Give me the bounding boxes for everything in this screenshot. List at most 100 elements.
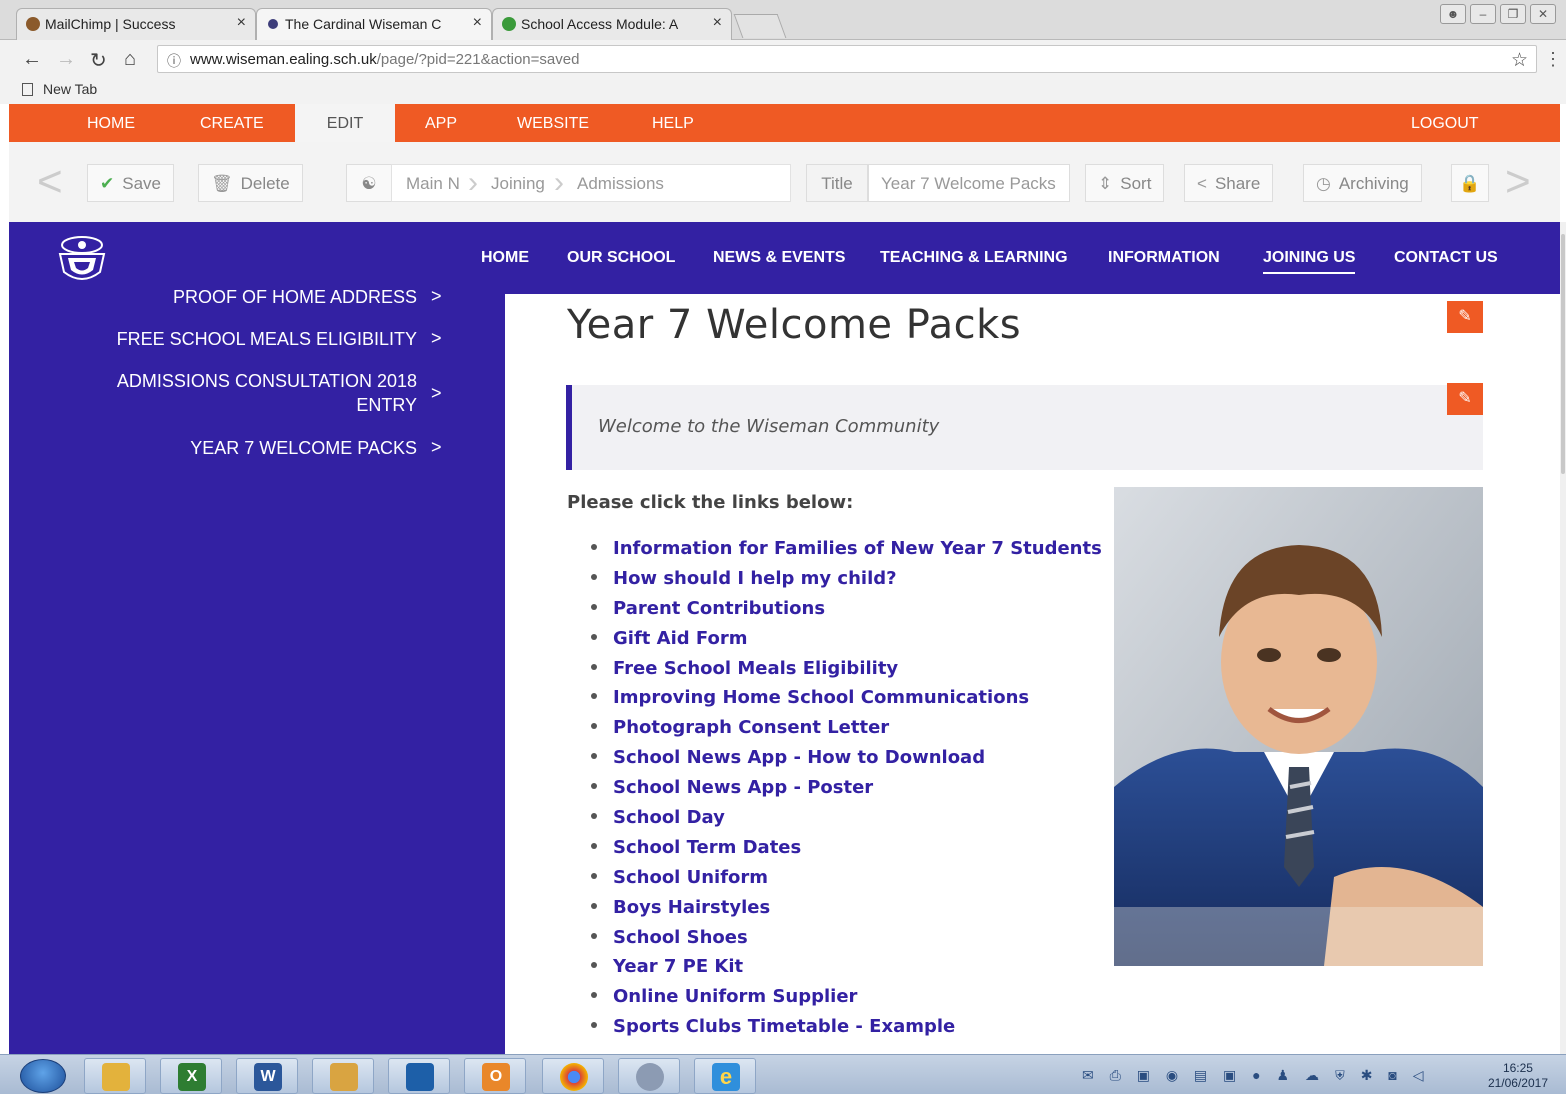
link-label[interactable]: Parent Contributions [613, 598, 825, 619]
title-input[interactable]: Year 7 Welcome Packs [868, 164, 1070, 202]
bookmark-new-tab[interactable]: New Tab [43, 81, 97, 97]
link-label[interactable]: Year 7 PE Kit [613, 956, 743, 977]
sidebar-item-year7-welcome-packs[interactable]: YEAR 7 WELCOME PACKS [190, 436, 417, 460]
taskbar-paint[interactable] [312, 1058, 374, 1094]
taskbar-explorer[interactable] [84, 1058, 146, 1094]
close-icon[interactable]: × [713, 14, 722, 32]
sidebar-item-proof-of-address[interactable]: PROOF OF HOME ADDRESS [173, 285, 417, 309]
cms-menu-website[interactable]: WEBSITE [517, 104, 589, 142]
school-crest-logo[interactable] [50, 232, 114, 286]
nav-information[interactable]: INFORMATION [1108, 249, 1220, 267]
link-label[interactable]: Improving Home School Communications [613, 687, 1029, 708]
delete-button[interactable]: 🗑 Delete [198, 164, 303, 202]
link-label[interactable]: School News App - How to Download [613, 747, 985, 768]
user-icon[interactable]: ☻ [1440, 4, 1466, 24]
list-item[interactable]: Sports Clubs Timetable - Example [591, 1016, 1102, 1046]
scroll-right-icon[interactable]: > [1505, 160, 1531, 204]
logout-button[interactable]: LOGOUT [1411, 104, 1479, 142]
sidebar-item-admissions-consultation-line2[interactable]: ENTRY [356, 393, 417, 417]
link-label[interactable]: Information for Families of New Year 7 S… [613, 538, 1102, 559]
share-button[interactable]: < Share [1184, 164, 1274, 202]
link-label[interactable]: How should I help my child? [613, 568, 897, 589]
cms-menu-help[interactable]: HELP [652, 104, 694, 142]
list-item[interactable]: School Shoes [591, 927, 1102, 957]
crumb-admissions[interactable]: Admissions [577, 165, 664, 203]
list-item[interactable]: Free School Meals Eligibility [591, 658, 1102, 688]
link-label[interactable]: School Uniform [613, 867, 768, 888]
cms-menu-app[interactable]: APP [425, 104, 457, 142]
list-item[interactable]: School News App - Poster [591, 777, 1102, 807]
link-label[interactable]: Sports Clubs Timetable - Example [613, 1016, 955, 1037]
taskbar-ie[interactable]: e [694, 1058, 756, 1094]
link-label[interactable]: School Shoes [613, 927, 748, 948]
cms-menu-edit[interactable]: EDIT [295, 104, 395, 142]
cms-menu-create[interactable]: CREATE [200, 104, 264, 142]
nav-joining-us[interactable]: JOINING US [1263, 249, 1356, 274]
close-window-button[interactable]: ✕ [1530, 4, 1556, 24]
sidebar-item-free-school-meals[interactable]: FREE SCHOOL MEALS ELIGIBILITY [117, 327, 417, 351]
link-label[interactable]: School Day [613, 807, 725, 828]
scroll-left-icon[interactable]: < [37, 160, 63, 204]
minimize-button[interactable]: – [1470, 4, 1496, 24]
sitemap-button[interactable]: ☯ [346, 164, 392, 202]
list-item[interactable]: Boys Hairstyles [591, 897, 1102, 927]
taskbar-outlook[interactable]: O [464, 1058, 526, 1094]
archiving-button[interactable]: ◷ Archiving [1303, 164, 1422, 202]
taskbar-users[interactable] [618, 1058, 680, 1094]
list-item[interactable]: School Term Dates [591, 837, 1102, 867]
crumb-main[interactable]: Main N [406, 165, 460, 203]
cms-menu-home[interactable]: HOME [87, 104, 135, 142]
nav-contact-us[interactable]: CONTACT US [1394, 249, 1498, 267]
scrollbar-thumb[interactable] [1561, 234, 1565, 474]
list-item[interactable]: School Uniform [591, 867, 1102, 897]
list-item[interactable]: Parent Contributions [591, 598, 1102, 628]
menu-icon[interactable]: ⋮ [1544, 49, 1562, 70]
info-icon[interactable]: ⓘ [167, 51, 181, 71]
taskbar-chrome[interactable] [542, 1058, 604, 1094]
link-label[interactable]: Online Uniform Supplier [613, 986, 857, 1007]
crumb-joining[interactable]: Joining [491, 165, 545, 203]
restore-button[interactable]: ❐ [1500, 4, 1526, 24]
nav-news-events[interactable]: NEWS & EVENTS [713, 249, 845, 267]
nav-teaching-learning[interactable]: TEACHING & LEARNING [880, 249, 1068, 267]
list-item[interactable]: Photograph Consent Letter [591, 717, 1102, 747]
list-item[interactable]: Year 7 PE Kit [591, 956, 1102, 986]
list-item[interactable]: School Day [591, 807, 1102, 837]
link-label[interactable]: School Term Dates [613, 837, 801, 858]
bookmark-star-icon[interactable]: ☆ [1511, 49, 1528, 72]
link-label[interactable]: School News App - Poster [613, 777, 873, 798]
sidebar-item-admissions-consultation[interactable]: ADMISSIONS CONSULTATION 2018 [117, 369, 417, 393]
browser-tab-active[interactable]: The Cardinal Wiseman C × [256, 8, 492, 40]
save-button[interactable]: ✔ Save [87, 164, 174, 202]
taskbar-clock[interactable]: 16:25 21/06/2017 [1488, 1061, 1548, 1091]
page-scrollbar[interactable] [1560, 222, 1566, 1054]
taskbar-word[interactable]: W [236, 1058, 298, 1094]
browser-tab[interactable]: MailChimp | Success × [16, 8, 256, 40]
back-icon[interactable]: ← [22, 48, 42, 71]
close-icon[interactable]: × [473, 14, 482, 32]
link-label[interactable]: Boys Hairstyles [613, 897, 770, 918]
list-item[interactable]: Online Uniform Supplier [591, 986, 1102, 1016]
list-item[interactable]: School News App - How to Download [591, 747, 1102, 777]
list-item[interactable]: Information for Families of New Year 7 S… [591, 538, 1102, 568]
edit-title-button[interactable]: ✎ [1447, 301, 1483, 333]
url-input[interactable]: ⓘ www.wiseman.ealing.sch.uk/page/?pid=22… [157, 45, 1537, 73]
link-label[interactable]: Photograph Consent Letter [613, 717, 889, 738]
lock-button[interactable]: 🔒 [1451, 164, 1489, 202]
link-label[interactable]: Free School Meals Eligibility [613, 658, 898, 679]
sort-button[interactable]: ⇕ Sort [1085, 164, 1165, 202]
list-item[interactable]: Improving Home School Communications [591, 687, 1102, 717]
new-tab-button[interactable] [733, 14, 787, 38]
close-icon[interactable]: × [237, 14, 246, 32]
taskbar-twitter[interactable] [388, 1058, 450, 1094]
nav-our-school[interactable]: OUR SCHOOL [567, 249, 675, 267]
forward-icon[interactable]: → [56, 48, 76, 71]
reload-icon[interactable]: ↻ [90, 48, 107, 73]
browser-tab[interactable]: School Access Module: A × [492, 8, 732, 40]
start-button[interactable] [20, 1059, 66, 1093]
link-label[interactable]: Gift Aid Form [613, 628, 747, 649]
taskbar-excel[interactable]: X [160, 1058, 222, 1094]
list-item[interactable]: How should I help my child? [591, 568, 1102, 598]
edit-content-button[interactable]: ✎ [1447, 383, 1483, 415]
list-item[interactable]: Gift Aid Form [591, 628, 1102, 658]
